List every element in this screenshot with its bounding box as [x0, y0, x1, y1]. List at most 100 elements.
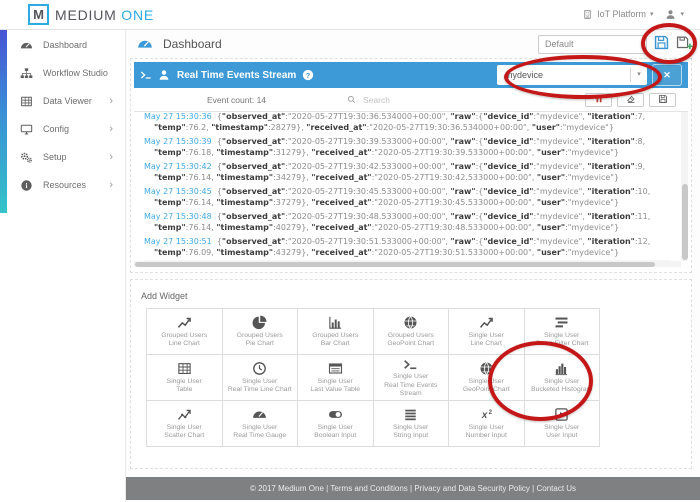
- list-icon: [328, 361, 343, 377]
- sidebar-item-dashboard[interactable]: Dashboard: [0, 31, 125, 59]
- log-timestamp: May 27 15:30:48: [144, 212, 212, 221]
- log-timestamp: May 27 15:30:51: [144, 237, 212, 246]
- sidebar-item-label: Data Viewer: [43, 96, 92, 106]
- widget-option-line1: Single User: [469, 332, 504, 341]
- sidebar-item-workflow-studio[interactable]: Workflow Studio: [0, 59, 125, 87]
- widget-option-single-user-last-value-table[interactable]: Single UserLast Value Table: [298, 355, 374, 401]
- widget-option-line1: Single User: [469, 424, 504, 433]
- x-squared-icon: x2: [479, 407, 494, 423]
- svg-text:x: x: [481, 410, 488, 421]
- widget-option-single-user-table[interactable]: Single UserTable: [147, 355, 223, 401]
- platform-menu-label: IoT Platform: [597, 9, 646, 19]
- widget-header: Real Time Events Stream ? ▾ ✕: [134, 62, 688, 88]
- help-icon[interactable]: ?: [302, 69, 314, 81]
- widget-option-grouped-users-geopoint-chart[interactable]: Grouped UsersGeoPoint Chart: [374, 309, 450, 355]
- caret-down-icon[interactable]: ▾: [630, 68, 647, 82]
- main-content: Dashboard Real Time Events Stream ?: [126, 29, 700, 502]
- widget-option-line2: Cross Filter Chart: [535, 340, 588, 349]
- widget-option-line2: Line Chart: [169, 340, 200, 349]
- globe-icon: [479, 361, 494, 377]
- footer-link-terms-and-conditions[interactable]: Terms and Conditions: [330, 484, 407, 493]
- widget-option-single-user-line-chart[interactable]: Single UserLine Chart: [449, 309, 525, 355]
- widget-option-single-user-boolean-input[interactable]: Single UserBoolean Input: [298, 401, 374, 447]
- widget-option-line1: Single User: [544, 424, 579, 433]
- widget-option-line1: Single User: [242, 378, 277, 387]
- widget-option-single-user-cross-filter-chart[interactable]: Single UserCross Filter Chart: [525, 309, 601, 355]
- svg-text:?: ?: [306, 71, 310, 80]
- scatter-icon: [177, 407, 192, 423]
- sidebar-item-label: Setup: [43, 152, 67, 162]
- widget-option-grouped-users-line-chart[interactable]: Grouped UsersLine Chart: [147, 309, 223, 355]
- line-chart-icon: [177, 315, 192, 331]
- widget-option-grouped-users-bar-chart[interactable]: Grouped UsersBar Chart: [298, 309, 374, 355]
- widget-option-single-user-bucketed-histogram[interactable]: Single UserBucketed Histogram: [525, 355, 601, 401]
- caret-down-icon: ▾: [650, 10, 654, 18]
- brand-logo[interactable]: M MEDIUM ONE: [28, 4, 154, 25]
- widget-option-single-user-real-time-events-stream[interactable]: Single UserReal Time Events Stream: [374, 355, 450, 401]
- widget-option-line2: User Input: [546, 432, 577, 441]
- widget-option-single-user-real-time-gauge[interactable]: Single UserReal Time Gauge: [223, 401, 299, 447]
- widget-option-line2: Pie Chart: [246, 340, 274, 349]
- sidebar-item-setup[interactable]: Setup ›: [0, 143, 125, 171]
- export-stream-button[interactable]: [649, 93, 676, 107]
- widget-option-single-user-number-input[interactable]: x2Single UserNumber Input: [449, 401, 525, 447]
- footer-link-contact-us[interactable]: Contact Us: [536, 484, 576, 493]
- brand-one: ONE: [121, 7, 154, 23]
- log-timestamp: May 27 15:30:45: [144, 187, 212, 196]
- account-menu[interactable]: ▾: [659, 9, 690, 20]
- widget-option-line2: String Input: [393, 432, 428, 441]
- widget-option-single-user-geopoint-chart[interactable]: Single UserGeoPoint Chart: [449, 355, 525, 401]
- event-count-label: Event count: 14: [134, 95, 339, 105]
- save-plus-icon: [676, 34, 693, 54]
- sidebar-item-data-viewer[interactable]: Data Viewer ›: [0, 87, 125, 115]
- widget-option-single-user-user-input[interactable]: Single UserUser Input: [525, 401, 601, 447]
- chevron-right-icon: ›: [109, 96, 113, 107]
- search-input[interactable]: [361, 94, 585, 106]
- top-bar: M MEDIUM ONE IoT Platform ▾ ▾: [0, 0, 700, 30]
- histogram-icon: [554, 361, 569, 377]
- widget-option-grouped-users-pie-chart[interactable]: Grouped UsersPie Chart: [223, 309, 299, 355]
- cogs-icon: [20, 151, 33, 164]
- event-log-area: May 27 15:30:36 {"observed_at":"2020-05-…: [134, 112, 688, 267]
- widget-option-single-user-real-time-line-chart[interactable]: Single UserReal Time Line Chart: [223, 355, 299, 401]
- chevron-right-icon: ›: [109, 152, 113, 163]
- lines-icon: [403, 407, 418, 423]
- building-icon: [582, 9, 593, 20]
- device-filter-input[interactable]: [497, 70, 630, 80]
- log-entry: May 27 15:30:39 {"observed_at":"2020-05-…: [144, 135, 670, 160]
- widget-option-line1: Single User: [393, 424, 428, 433]
- add-dashboard-button[interactable]: [675, 35, 693, 53]
- toggle-icon: [328, 407, 343, 423]
- table-icon: [177, 361, 192, 377]
- widget-title: Real Time Events Stream: [177, 70, 296, 81]
- log-entry: May 27 15:30:42 {"observed_at":"2020-05-…: [144, 160, 670, 185]
- widget-option-line1: Grouped Users: [388, 332, 434, 341]
- add-widget-title: Add Widget: [131, 280, 691, 308]
- widget-option-single-user-string-input[interactable]: Single UserString Input: [374, 401, 450, 447]
- log-entry: May 27 15:30:45 {"observed_at":"2020-05-…: [144, 185, 670, 210]
- clock-icon: [252, 361, 267, 377]
- close-widget-button[interactable]: ✕: [652, 64, 682, 86]
- vertical-scrollbar-thumb[interactable]: [682, 184, 688, 260]
- chevron-right-icon: ›: [109, 124, 113, 135]
- app-window: M MEDIUM ONE IoT Platform ▾ ▾ Dashboard W…: [0, 0, 700, 502]
- widget-option-line2: Real Time Gauge: [233, 432, 286, 441]
- footer: © 2017 Medium One | Terms and Conditions…: [126, 477, 700, 500]
- widget-option-single-user-scatter-chart[interactable]: Single UserScatter Chart: [147, 401, 223, 447]
- log-entry: May 27 15:30:36 {"observed_at":"2020-05-…: [144, 112, 670, 135]
- dashboard-name-input[interactable]: [538, 35, 647, 54]
- sidebar-item-label: Dashboard: [43, 40, 87, 50]
- medium-one-logo-icon: M: [28, 4, 49, 25]
- save-dashboard-button[interactable]: [652, 35, 670, 53]
- svg-text:i: i: [26, 182, 28, 190]
- clear-stream-button[interactable]: [617, 93, 644, 107]
- widget-option-line2: GeoPoint Chart: [463, 386, 510, 395]
- pause-stream-button[interactable]: [585, 93, 612, 107]
- footer-link-privacy-and-data-security-policy[interactable]: Privacy and Data Security Policy: [414, 484, 530, 493]
- pie-chart-icon: [252, 315, 267, 331]
- platform-menu[interactable]: IoT Platform ▾: [576, 9, 659, 20]
- sidebar-item-config[interactable]: Config›: [0, 115, 125, 143]
- widget-option-line1: Single User: [469, 378, 504, 387]
- sidebar-item-resources[interactable]: iResources›: [0, 171, 125, 199]
- horizontal-scrollbar-thumb[interactable]: [135, 262, 655, 267]
